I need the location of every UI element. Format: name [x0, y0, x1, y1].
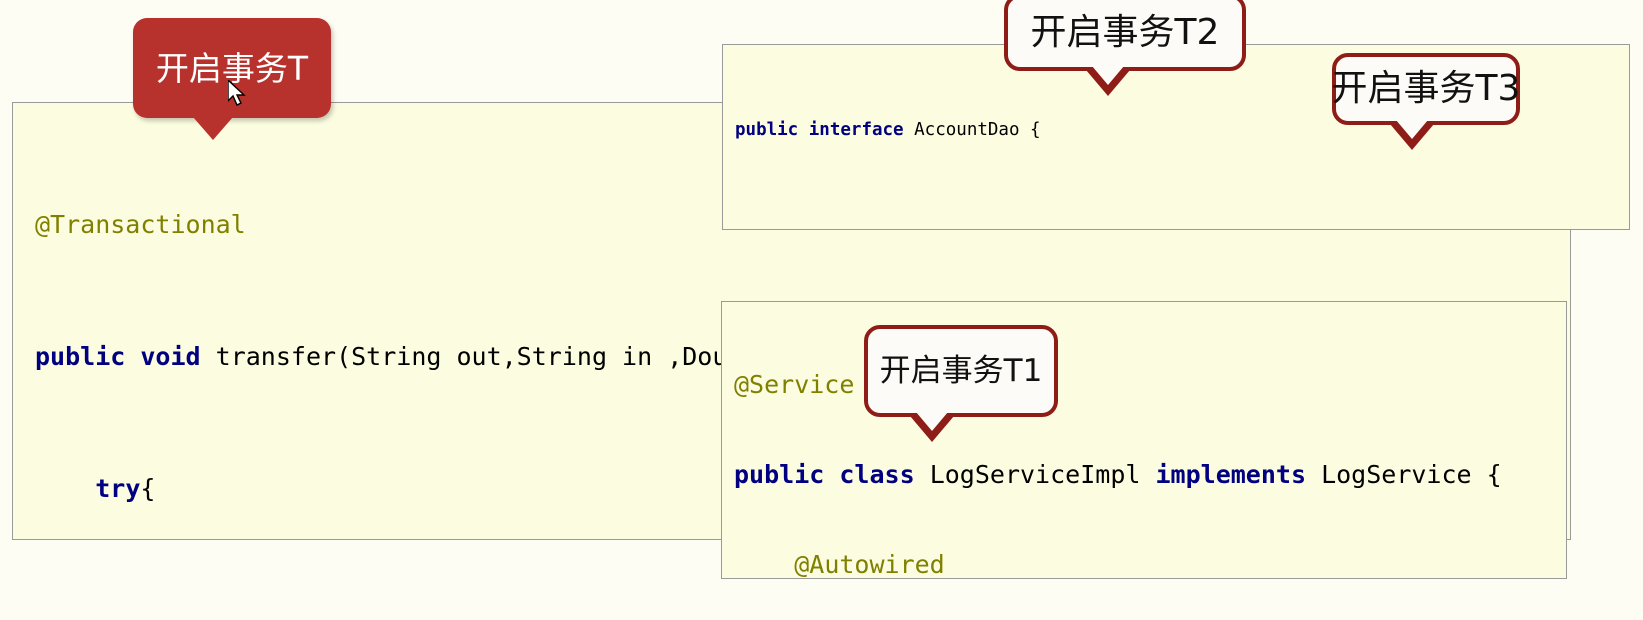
- callout-label: 开启事务T3: [1331, 68, 1521, 109]
- callout-label: 开启事务T: [155, 48, 309, 88]
- callout-tail-inner-icon: [1396, 120, 1428, 139]
- code-line: @Autowired: [794, 550, 945, 579]
- callout-label: 开启事务T2: [1030, 11, 1220, 53]
- callout-transaction-T2: 开启事务T2: [1004, 0, 1246, 96]
- callout-tail-inner-icon: [1092, 66, 1124, 85]
- log-service-panel: @Service public class LogServiceImpl imp…: [721, 301, 1567, 579]
- callout-transaction-T1: 开启事务T1: [864, 325, 1058, 442]
- callout-tail-icon: [193, 117, 233, 140]
- callout-transaction-T: 开启事务T: [133, 18, 331, 140]
- callout-label: 开启事务T1: [879, 352, 1043, 389]
- callout-tail-inner-icon: [916, 412, 948, 431]
- code-line: public class LogServiceImpl implements L…: [734, 460, 1502, 489]
- callout-transaction-T3: 开启事务T3: [1331, 53, 1521, 150]
- code-line: @Service: [734, 370, 855, 399]
